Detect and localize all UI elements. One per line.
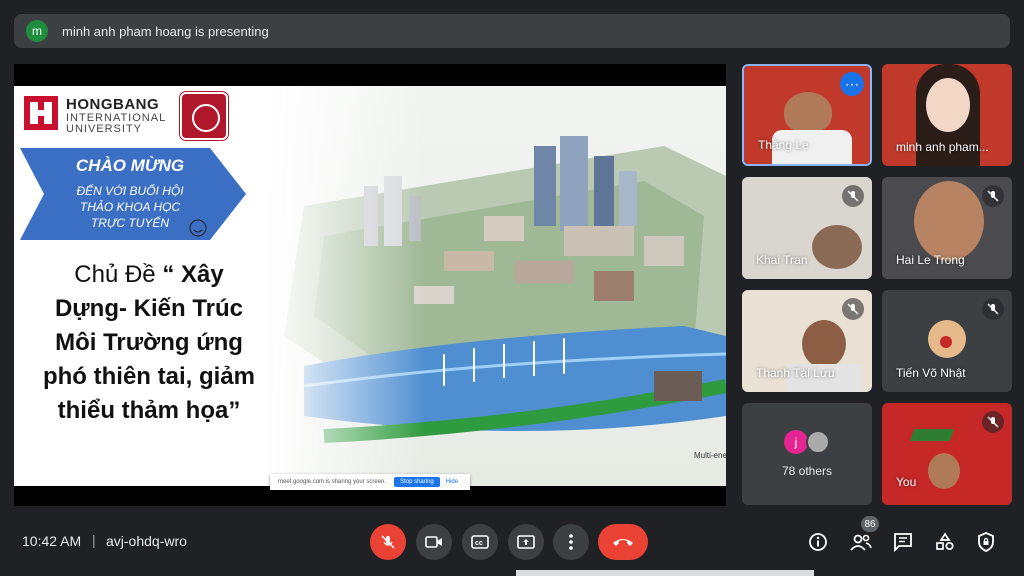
screen-share-toast: meet.google.com is sharing your screen. … — [270, 474, 470, 490]
self-name: You — [896, 475, 917, 489]
participant-tile[interactable]: Hai Le Trong — [882, 177, 1012, 279]
presentation-stage[interactable]: Multi-energy st HONGBANG INTERNATIONAL U… — [14, 64, 726, 506]
others-tile[interactable]: j 78 others — [742, 403, 872, 505]
more-options-icon[interactable]: ⋯ — [840, 72, 864, 96]
hang-up-icon — [613, 539, 633, 546]
welcome-line-1: ĐẾN VỚI BUỔI HỘI — [76, 184, 184, 198]
welcome-line-2: THẢO KHOA HỌC — [79, 200, 181, 214]
present-screen-icon — [517, 535, 535, 549]
mic-off-icon — [381, 535, 395, 549]
others-avatar-1: j — [784, 430, 808, 454]
present-now-button[interactable] — [508, 524, 544, 560]
mic-off-icon — [842, 185, 864, 207]
participant-avatar — [928, 320, 966, 358]
participant-tile[interactable]: Khai Tran — [742, 177, 872, 279]
welcome-title: CHÀO MỪNG — [75, 156, 185, 175]
self-tile[interactable]: You — [882, 403, 1012, 505]
camera-icon — [425, 536, 442, 548]
presenting-text: minh anh pham hoang is presenting — [62, 23, 269, 39]
participant-face — [802, 320, 846, 368]
participant-name: minh anh pham... — [896, 140, 989, 154]
presenting-banner: m minh anh pham hoang is presenting — [14, 14, 1010, 48]
participant-name: Hai Le Trong — [896, 253, 965, 267]
meeting-code: avj-ohdq-wro — [106, 533, 187, 549]
self-face — [928, 453, 960, 489]
university-name: HONGBANG INTERNATIONAL UNIVERSITY — [66, 97, 166, 136]
share-toast-text: meet.google.com is sharing your screen. — [278, 479, 387, 485]
participant-tile[interactable]: minh anh pham... — [882, 64, 1012, 166]
bottom-scrollbar[interactable] — [516, 570, 814, 576]
others-avatars: j — [784, 430, 830, 454]
separator: | — [92, 532, 96, 548]
meeting-time: 10:42 AM — [22, 533, 82, 549]
activities-icon — [936, 532, 954, 551]
mic-off-icon — [982, 411, 1004, 433]
slide-topic: Chủ Đề “ Xây Dựng- Kiến Trúc Môi Trường … — [18, 258, 280, 428]
hongbang-logo — [24, 96, 58, 130]
camera-toggle-button[interactable] — [416, 524, 452, 560]
people-count-badge: 86 — [861, 516, 879, 532]
university-line-1: HONGBANG — [66, 96, 160, 113]
faculty-seal-logo — [180, 92, 228, 140]
welcome-line-3: TRỰC TUYẾN — [90, 216, 170, 230]
others-count: 78 others — [781, 464, 833, 478]
more-options-button[interactable] — [553, 524, 589, 560]
participant-name: Khai Tran — [756, 253, 808, 267]
meeting-details-button[interactable] — [802, 526, 834, 558]
presentation-slide: Multi-energy st HONGBANG INTERNATIONAL U… — [14, 86, 726, 486]
shield-lock-icon — [978, 532, 994, 552]
topic-line-1: Chủ Đề “ Xây — [18, 258, 280, 292]
participant-face — [926, 78, 970, 132]
captions-button[interactable]: cc — [462, 524, 498, 560]
participant-face — [812, 225, 862, 269]
city-caption: Multi-energy st — [694, 451, 726, 460]
participant-tile[interactable]: ⋯ Thắng Le — [742, 64, 872, 166]
city-illustration: Multi-energy st — [264, 86, 726, 486]
university-line-3: UNIVERSITY — [66, 123, 143, 136]
mic-off-icon — [982, 298, 1004, 320]
mic-toggle-button[interactable] — [370, 524, 406, 560]
mic-off-icon — [982, 185, 1004, 207]
topic-bold: “ Xây — [162, 261, 224, 288]
participant-name: Tiến Võ Nhật — [896, 366, 966, 380]
chat-button[interactable] — [887, 526, 919, 558]
topic-line-2: Dựng- Kiến Trúc — [54, 295, 244, 322]
participant-tile[interactable]: Thanh Tài Lưu — [742, 290, 872, 392]
topic-line-4: phó thiên tai, giảm — [42, 363, 255, 390]
topic-prefix: Chủ Đề — [74, 261, 163, 288]
presenter-avatar: m — [26, 20, 48, 42]
topic-line-3: Môi Trường ứng — [55, 329, 243, 356]
captions-icon: cc — [471, 535, 489, 549]
chat-icon — [894, 533, 912, 552]
svg-text:cc: cc — [475, 540, 483, 547]
host-controls-button[interactable] — [970, 526, 1002, 558]
hide-toast-button[interactable]: Hide — [446, 479, 458, 485]
leave-call-button[interactable] — [598, 524, 648, 560]
people-icon — [850, 534, 872, 551]
participant-face — [914, 181, 984, 261]
info-icon — [809, 533, 827, 551]
topic-line-5: thiểu thảm họa” — [57, 397, 241, 424]
participant-name: Thanh Tài Lưu — [756, 366, 835, 380]
participant-tile[interactable]: Tiến Võ Nhật — [882, 290, 1012, 392]
self-video-stripe — [909, 429, 955, 441]
welcome-banner: CHÀO MỪNG ĐẾN VỚI BUỔI HỘI THẢO KHOA HỌC… — [20, 148, 246, 240]
mic-off-icon — [842, 298, 864, 320]
meet-window: m minh anh pham hoang is presenting Mult… — [0, 0, 1024, 576]
participant-face — [784, 92, 832, 132]
participant-name: Thắng Le — [758, 138, 809, 152]
stop-sharing-button[interactable]: Stop sharing — [394, 477, 440, 487]
activities-button[interactable] — [929, 526, 961, 558]
others-avatar-2 — [806, 430, 830, 454]
more-vert-icon — [569, 534, 573, 550]
